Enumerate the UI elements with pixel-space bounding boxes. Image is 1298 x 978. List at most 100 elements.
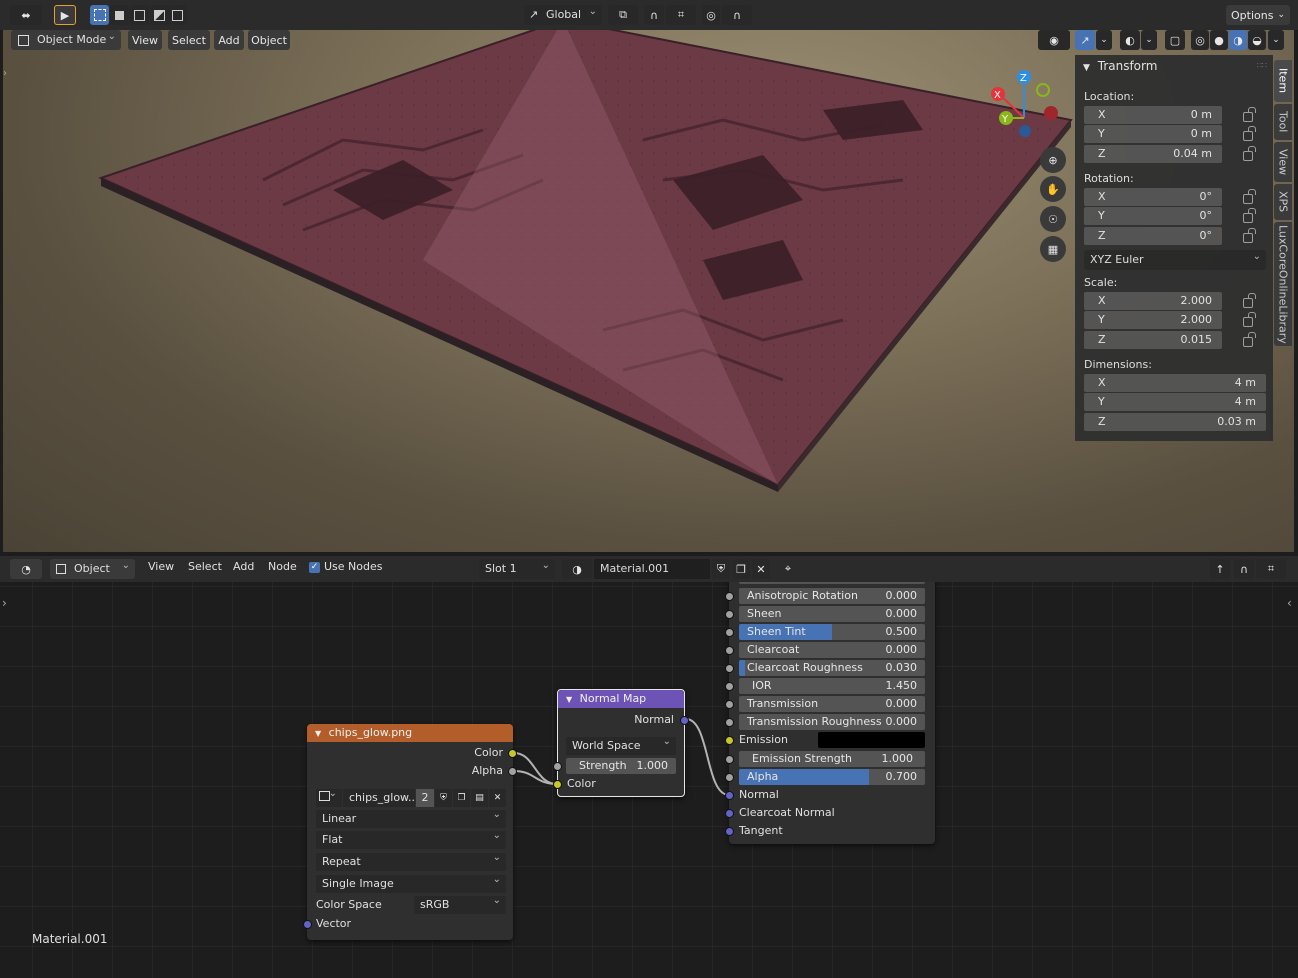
bsdf-socket-emission-strength[interactable] [725, 755, 734, 764]
tab-tool[interactable]: Tool [1274, 104, 1292, 140]
image-texture-node[interactable]: ▼ chips_glow.png Color Alpha chips_glow.… [303, 724, 517, 940]
lock-location-z-icon[interactable] [1243, 146, 1256, 161]
lock-scale-y-icon[interactable] [1243, 312, 1256, 327]
shader-type-dropdown[interactable]: Object [50, 556, 135, 579]
image-duplicate-button[interactable]: ❐ [453, 789, 470, 807]
bsdf-socket-tangent[interactable] [725, 827, 734, 836]
overlays-dropdown[interactable]: ⌄ [1141, 30, 1157, 50]
image-name-field[interactable]: chips_glow.... [343, 789, 415, 807]
anisotropic-rotation-field[interactable]: Anisotropic Rotation 0.000 [739, 588, 925, 604]
principled-bsdf-node[interactable]: Anisotropic Rotation 0.000 Sheen 0.000 S… [725, 582, 935, 844]
location-z-field[interactable]: Z 0.04 m [1084, 145, 1222, 163]
duplicate-material-button[interactable]: ❐ [732, 559, 750, 579]
bsdf-socket-clearcoat-normal[interactable] [725, 809, 734, 818]
gizmo-toggle[interactable]: ↗ [1075, 30, 1095, 50]
scale-x-field[interactable]: X 2.000 [1084, 292, 1222, 310]
drag-handle-icon[interactable]: ∷∷ [1257, 61, 1267, 70]
ior-field[interactable]: IOR 1.450 [739, 678, 925, 694]
lock-rotation-x-icon[interactable] [1243, 189, 1256, 204]
parent-node-tree-button[interactable]: ↑ [1210, 559, 1230, 579]
pan-button[interactable]: ✋ [1040, 176, 1066, 202]
node-editor-type-button[interactable]: ◔ [10, 559, 42, 579]
bsdf-socket-transmission[interactable] [725, 700, 734, 709]
bsdf-socket-sheen-tint[interactable] [725, 628, 734, 637]
zoom-button[interactable]: ⊕ [1040, 147, 1066, 173]
location-y-field[interactable]: Y0 m [1084, 125, 1222, 143]
gizmo-dropdown[interactable]: ⌄ [1096, 30, 1112, 50]
lock-rotation-y-icon[interactable] [1243, 208, 1256, 223]
mode-dropdown[interactable]: Object Mode [11, 30, 121, 50]
node-menu-add[interactable]: Add [233, 556, 254, 578]
gizmo-neg-z[interactable] [1019, 125, 1031, 137]
gizmo-neg-x[interactable] [1044, 106, 1058, 120]
pin-button[interactable]: ⌖ [778, 559, 798, 579]
dimension-x-field[interactable]: X4 m [1084, 374, 1266, 392]
dimension-z-field[interactable]: Z 0.03 m [1084, 413, 1266, 431]
proportional-edit-toggle[interactable]: ◎ [702, 5, 720, 25]
bsdf-row-hidden[interactable] [739, 582, 925, 584]
bsdf-socket-clearcoat-roughness[interactable] [725, 664, 734, 673]
viewport-menu-add[interactable]: Add [214, 30, 244, 50]
lock-rotation-z-icon[interactable] [1243, 228, 1256, 243]
clearcoat-field[interactable]: Clearcoat 0.000 [739, 642, 925, 658]
node-editor-canvas[interactable]: › ‹ ▼ chips_glow.png Color Alpha chips_g… [0, 582, 1298, 978]
sheen-tint-field[interactable]: Sheen Tint 0.500 [739, 624, 925, 640]
scale-y-field[interactable]: Y 2.000 [1084, 311, 1222, 329]
interpolation-dropdown[interactable]: Linear [316, 806, 506, 828]
rotation-z-field[interactable]: Z 0° [1084, 227, 1222, 245]
select-tool-button[interactable]: ▶ [54, 5, 76, 25]
viewport-menu-view[interactable]: View [128, 30, 162, 50]
lock-location-x-icon[interactable] [1243, 107, 1256, 122]
clearcoat-roughness-field[interactable]: Clearcoat Roughness 0.030 [739, 660, 925, 676]
normal-map-node[interactable]: ▼ Normal Map Normal World Space Strength… [553, 689, 689, 797]
visibility-dropdown[interactable]: ◉ [1038, 30, 1070, 50]
transmission-field[interactable]: Transmission 0.000 [739, 696, 925, 712]
bsdf-socket-sheen[interactable] [725, 610, 734, 619]
node-menu-select[interactable]: Select [188, 556, 222, 578]
image-node-header[interactable]: ▼ chips_glow.png [307, 724, 513, 742]
sheen-field[interactable]: Sheen 0.000 [739, 606, 925, 622]
toolbar-expand-arrow[interactable]: › [3, 68, 7, 79]
emission-color-swatch[interactable] [818, 732, 925, 748]
image-users-count[interactable]: 2 [416, 789, 434, 807]
node-menu-view[interactable]: View [148, 556, 174, 578]
options-button[interactable]: Options ⌄ [1226, 5, 1290, 25]
unlink-material-button[interactable]: ✕ [752, 559, 770, 579]
xray-toggle[interactable]: ▢ [1165, 30, 1185, 50]
select-subtract-button[interactable] [130, 5, 149, 25]
normal-space-dropdown[interactable]: World Space [566, 733, 676, 755]
image-open-button[interactable]: ▤ [471, 789, 488, 807]
snap-toggle[interactable]: ∩ [644, 5, 664, 25]
overlays-toggle[interactable]: ◐ [1120, 30, 1140, 50]
tab-luxcore-online-library[interactable]: LuxCoreOnlineLibrary [1274, 222, 1292, 346]
normal-map-color-socket[interactable] [553, 780, 562, 789]
node-snap-target[interactable]: ⌗ [1256, 559, 1286, 579]
viewport-menu-object[interactable]: Object [248, 30, 290, 50]
gizmo-neg-y[interactable] [1036, 83, 1050, 97]
bsdf-socket-alpha[interactable] [725, 773, 734, 782]
scale-z-field[interactable]: Z 0.015 [1084, 331, 1222, 349]
tab-view[interactable]: View [1274, 142, 1292, 182]
node-snap-toggle[interactable]: ∩ [1234, 559, 1254, 579]
falloff-button[interactable]: ∩ [722, 5, 752, 25]
lock-scale-x-icon[interactable] [1243, 293, 1256, 308]
emission-strength-field[interactable]: Emission Strength 1.000 [739, 751, 925, 767]
material-name-field[interactable]: Material.001 [594, 559, 710, 579]
select-box-mode-button[interactable] [90, 5, 109, 25]
color-space-dropdown[interactable]: sRGB [414, 892, 506, 914]
location-x-field[interactable]: X0 m [1084, 106, 1222, 124]
transmission-roughness-field[interactable]: Transmission Roughness 0.000 [739, 714, 925, 730]
fake-user-button[interactable]: ⛨ [712, 559, 730, 579]
image-browse-button[interactable] [316, 785, 342, 807]
normal-strength-field[interactable]: Strength 1.000 [566, 758, 676, 774]
orientation-dropdown[interactable]: ↗ Global [524, 2, 602, 25]
extension-dropdown[interactable]: Repeat [316, 849, 506, 871]
lock-location-y-icon[interactable] [1243, 126, 1256, 141]
shading-wireframe[interactable]: ◎ [1191, 30, 1209, 50]
normal-map-strength-socket[interactable] [553, 762, 562, 771]
select-invert-button[interactable] [150, 5, 169, 25]
shading-rendered[interactable]: ◒ [1248, 30, 1266, 50]
select-extend-button[interactable] [110, 5, 129, 25]
editor-type-button[interactable]: ⬌ [10, 5, 42, 25]
rotation-x-field[interactable]: X 0° [1084, 188, 1222, 206]
